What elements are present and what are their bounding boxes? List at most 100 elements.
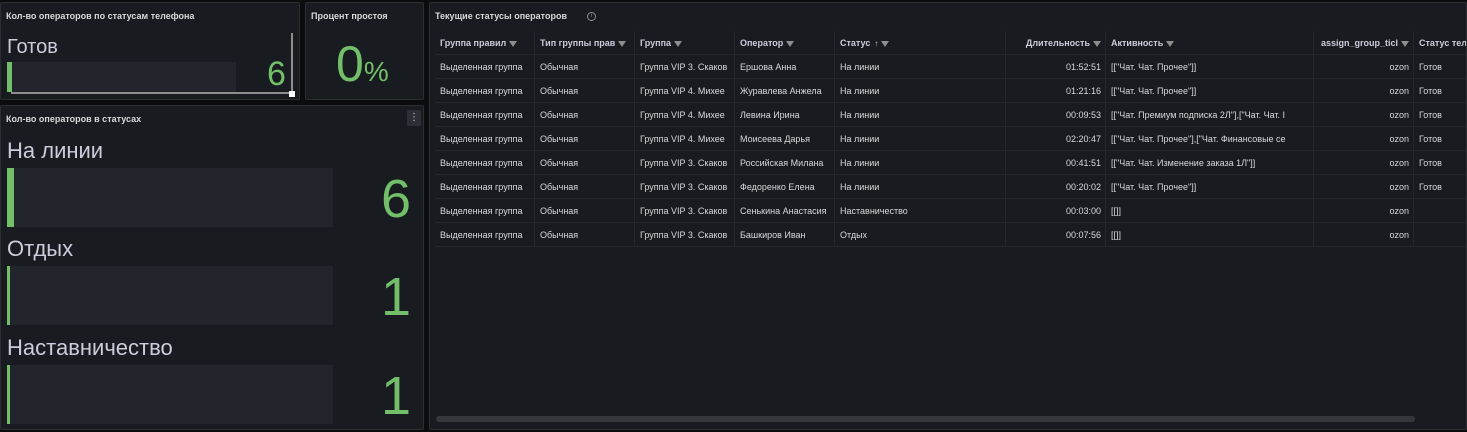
table-cell: 00:07:56 (1006, 223, 1106, 247)
column-header[interactable]: Длительность (1006, 31, 1106, 55)
table-cell: [["Чат. Чат. Изменение заказа 1Л"]] (1106, 151, 1314, 175)
table-cell: Выделенная группа (435, 79, 535, 103)
info-icon[interactable]: i (587, 12, 596, 21)
column-header[interactable]: Оператор (735, 31, 835, 55)
bar-fill (7, 62, 12, 92)
table-header-row: Группа правил Тип группы прав Группа Операт… (435, 31, 1466, 55)
idle-value: 0 (336, 36, 364, 92)
resize-guide-horizontal (11, 92, 291, 94)
table-cell: 00:03:00 (1006, 199, 1106, 223)
stat-label: Наставничество (7, 335, 173, 360)
table-cell: На линии (835, 103, 1006, 127)
table-row[interactable]: Выделенная группа Обычная Группа VIP 3. Ск… (435, 175, 1466, 199)
table-cell (1414, 223, 1466, 247)
panel-title: Текущие статусы операторов (435, 11, 567, 21)
column-header[interactable]: Статус теле (1414, 31, 1466, 55)
table-cell: Выделенная группа (435, 199, 535, 223)
table-cell: Обычная (535, 79, 635, 103)
column-header-label: Тип группы прав (540, 38, 616, 48)
stat-value: 1 (380, 267, 411, 327)
stat-value: 6 (380, 169, 411, 229)
table-cell: ozon (1314, 175, 1414, 199)
idle-unit: % (363, 56, 389, 87)
idle-percent-value: 0% (336, 35, 389, 93)
panel-title: Процент простоя (311, 11, 388, 21)
table-row[interactable]: Выделенная группа Обычная Группа VIP 3. Ск… (435, 55, 1466, 79)
table-cell: [["Чат. Чат. Прочее"]] (1106, 55, 1314, 79)
filter-icon[interactable] (509, 41, 518, 47)
bar-background (7, 266, 333, 325)
table-cell: Готов (1414, 127, 1466, 151)
column-header[interactable]: assign_group_ticl (1314, 31, 1414, 55)
filter-icon[interactable] (674, 41, 683, 47)
column-header[interactable]: Статус ↑ (835, 31, 1006, 55)
table-cell: Выделенная группа (435, 175, 535, 199)
column-header[interactable]: Группа (635, 31, 735, 55)
resize-handle[interactable] (289, 91, 295, 97)
table-row[interactable]: Выделенная группа Обычная Группа VIP 3. Ск… (435, 199, 1466, 223)
table-cell: Готов (1414, 103, 1466, 127)
table-cell: [["Чат. Чат. Прочее"],["Чат. Финансовые … (1106, 127, 1314, 151)
table-cell: [["Чат. Премиум подписка 2Л"],["Чат. Чат… (1106, 103, 1314, 127)
table-cell: ozon (1314, 103, 1414, 127)
bar-fill (7, 365, 10, 424)
filter-icon[interactable] (881, 41, 890, 47)
filter-icon[interactable] (786, 41, 795, 47)
table-cell: Обычная (535, 175, 635, 199)
table-row[interactable]: Выделенная группа Обычная Группа VIP 4. Ми… (435, 79, 1466, 103)
table-cell: На линии (835, 127, 1006, 151)
table-row[interactable]: Выделенная группа Обычная Группа VIP 4. Ми… (435, 103, 1466, 127)
table-row[interactable]: Выделенная группа Обычная Группа VIP 3. Ск… (435, 151, 1466, 175)
kebab-icon[interactable]: ⋮ (407, 110, 421, 126)
table-cell: Обычная (535, 151, 635, 175)
column-header[interactable]: Группа правил (435, 31, 535, 55)
operators-table-panel: Текущие статусы операторов i Группа прав… (429, 2, 1467, 430)
table-cell: Выделенная группа (435, 55, 535, 79)
column-header-label: Группа правил (440, 38, 507, 48)
table-cell: 01:52:51 (1006, 55, 1106, 79)
column-header-label: Активность (1111, 38, 1164, 48)
table-cell: [["Чат. Чат. Прочее"]] (1106, 79, 1314, 103)
table-cell: Обычная (535, 127, 635, 151)
table-cell: Выделенная группа (435, 223, 535, 247)
column-header[interactable]: Тип группы прав (535, 31, 635, 55)
table-cell: Выделенная группа (435, 127, 535, 151)
bar-background (7, 365, 333, 424)
horizontal-scrollbar[interactable] (436, 416, 1415, 422)
table-cell: Группа VIP 4. Михее (635, 127, 735, 151)
table-cell: ozon (1314, 55, 1414, 79)
bar-fill (7, 266, 10, 325)
bar-background (7, 62, 236, 92)
table-cell: ozon (1314, 223, 1414, 247)
operator-status-panel: Кол-во операторов в статусах ⋮ На линии … (0, 105, 424, 430)
table-cell: Обычная (535, 103, 635, 127)
table-cell: Наставничество (835, 199, 1006, 223)
idle-percent-panel: Процент простоя 0% (305, 2, 424, 100)
table-cell: Группа VIP 3. Скаков (635, 199, 735, 223)
table-cell: Российская Милана (735, 151, 835, 175)
table-row[interactable]: Выделенная группа Обычная Группа VIP 4. Ми… (435, 127, 1466, 151)
table-cell: 02:20:47 (1006, 127, 1106, 151)
column-header-label: Группа (640, 38, 672, 48)
panel-title: Кол-во операторов в статусах (6, 114, 142, 124)
table-cell: [[]] (1106, 223, 1314, 247)
table-cell: Группа VIP 3. Скаков (635, 55, 735, 79)
resize-guide-vertical (291, 33, 293, 91)
table-row[interactable]: Выделенная группа Обычная Группа VIP 3. Ск… (435, 223, 1466, 247)
table-cell: Обычная (535, 55, 635, 79)
table-cell: На линии (835, 151, 1006, 175)
filter-icon[interactable] (1166, 41, 1175, 47)
table-cell: Обычная (535, 223, 635, 247)
stat-label: Отдых (7, 236, 74, 261)
table-cell: ozon (1314, 127, 1414, 151)
filter-icon[interactable] (1401, 41, 1409, 47)
table-cell: Моисеева Дарья (735, 127, 835, 151)
table-cell: Группа VIP 3. Скаков (635, 223, 735, 247)
column-header[interactable]: Активность (1106, 31, 1314, 55)
stat-value: 1 (380, 366, 411, 426)
filter-icon[interactable] (1093, 41, 1101, 47)
table-cell: Обычная (535, 199, 635, 223)
filter-icon[interactable] (618, 41, 627, 47)
panel-title: Кол-во операторов по статусам телефона (6, 11, 195, 21)
sort-arrow-icon[interactable]: ↑ (874, 32, 878, 55)
